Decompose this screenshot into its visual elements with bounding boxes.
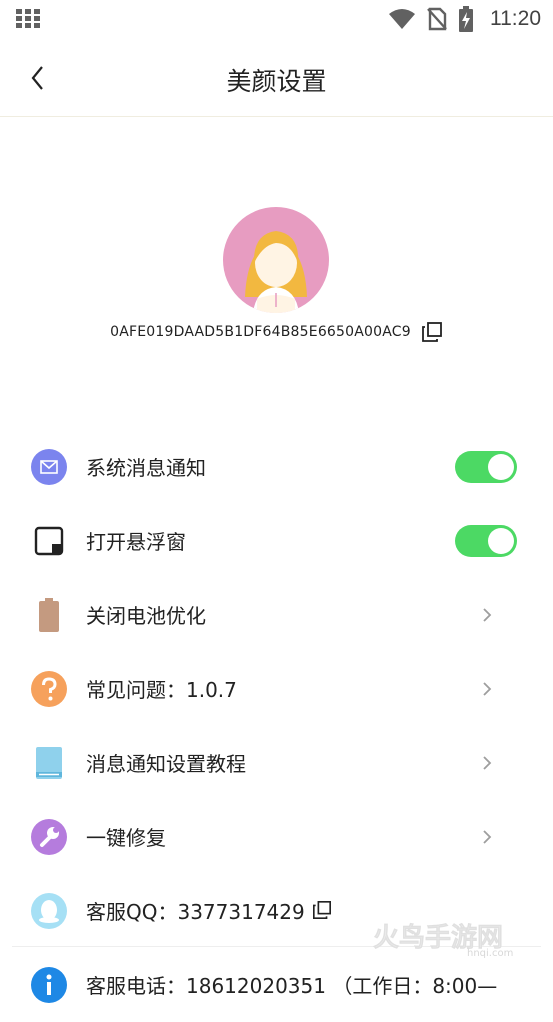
device-id-row: 0AFE019DAAD5B1DF64B85E6650A00AC9	[0, 317, 553, 347]
wrench-icon	[31, 819, 67, 855]
avatar[interactable]	[223, 207, 329, 313]
svg-text:hnqi.com: hnqi.com	[467, 948, 513, 958]
list-item-faq[interactable]: 常见问题：1.0.7	[0, 652, 553, 726]
list-item-floating-window[interactable]: 打开悬浮窗	[0, 504, 553, 578]
list-item-label: 常见问题：1.0.7	[86, 678, 237, 702]
list-item-notification-tutorial[interactable]: 消息通知设置教程	[0, 726, 553, 800]
list-item-label: 关闭电池优化	[86, 604, 206, 628]
list-item-system-notification[interactable]: 系统消息通知	[0, 430, 553, 504]
floating-window-toggle[interactable]	[455, 525, 517, 557]
battery-charging-icon	[459, 6, 473, 32]
copy-icon[interactable]	[421, 321, 443, 343]
copy-icon[interactable]	[312, 900, 332, 920]
info-icon	[31, 967, 67, 1003]
chevron-right-icon	[483, 608, 492, 622]
clock: 11:20	[490, 7, 541, 30]
no-sim-icon	[427, 7, 447, 31]
watermark-logo: 火鸟手游网 hnqi.com	[371, 918, 541, 959]
list-item-support-phone[interactable]: 客服电话：18612020351 （工作日：8:00—	[0, 948, 553, 1022]
mail-icon	[31, 449, 67, 485]
apps-grid-icon	[16, 9, 40, 29]
status-bar: 11:20	[0, 0, 553, 38]
battery-icon	[39, 598, 59, 632]
book-icon	[36, 747, 62, 779]
chevron-right-icon	[483, 830, 492, 844]
list-item-label: 系统消息通知	[86, 456, 206, 480]
list-item-label: 客服电话：18612020351 （工作日：8:00—	[86, 974, 498, 998]
list-item-label: 客服QQ：3377317429	[86, 900, 305, 924]
page-title: 美颜设置	[226, 67, 327, 96]
list-item-label: 一键修复	[86, 826, 166, 850]
title-bar: 美颜设置	[0, 38, 553, 117]
chevron-right-icon	[483, 756, 492, 770]
status-indicators: 11:20	[388, 6, 541, 32]
list-item-label: 消息通知设置教程	[86, 752, 246, 776]
question-icon	[31, 671, 67, 707]
list-item-one-click-repair[interactable]: 一键修复	[0, 800, 553, 874]
list-item-label: 打开悬浮窗	[86, 530, 186, 554]
chevron-right-icon	[483, 682, 492, 696]
system-notification-toggle[interactable]	[455, 451, 517, 483]
girl-avatar-icon	[245, 231, 307, 313]
floating-window-icon	[34, 526, 64, 556]
device-id: 0AFE019DAAD5B1DF64B85E6650A00AC9	[110, 324, 411, 340]
qq-icon	[31, 893, 67, 929]
list-item-battery-optimization[interactable]: 关闭电池优化	[0, 578, 553, 652]
wifi-icon	[389, 9, 415, 29]
